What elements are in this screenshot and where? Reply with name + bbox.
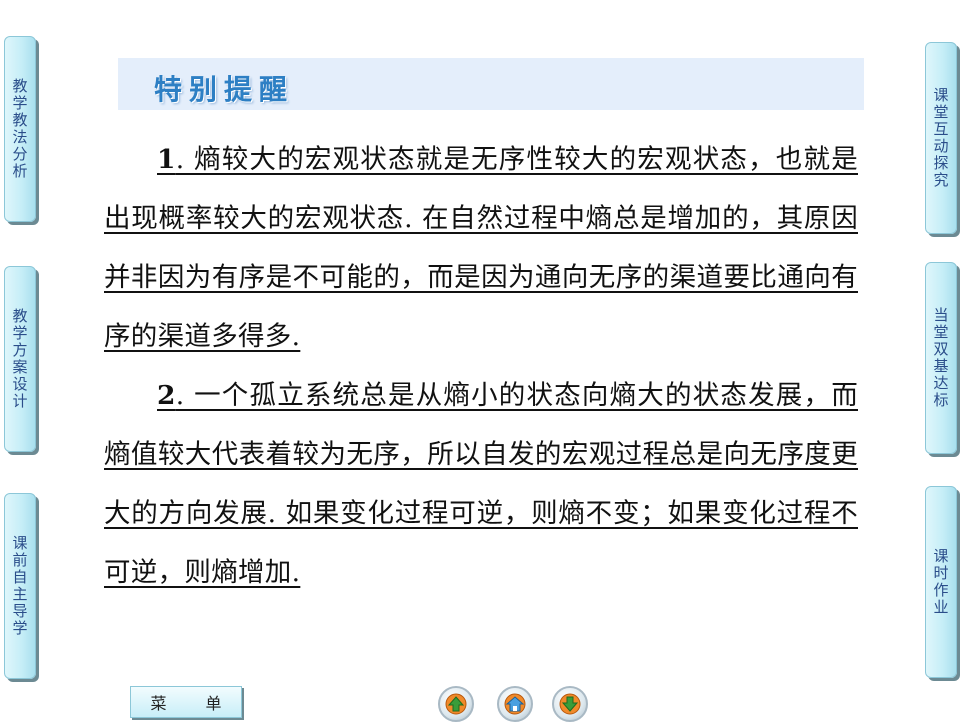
right-tab-label: 课时作业 [931,548,950,616]
menu-label-char: 单 [205,694,222,713]
special-note-banner: 特别提醒 [118,58,864,110]
paragraph-1: 1. 熵较大的宏观状态就是无序性较大的宏观状态，也就是出现概率较大的宏观状态. … [104,130,858,366]
menu-button[interactable]: 菜 单 [130,686,242,718]
right-tab-class-interaction[interactable]: 课堂互动探究 [925,42,957,234]
left-tab-teaching-analysis[interactable]: 教学教法分析 [4,36,36,222]
paragraph-text: . 熵较大的宏观状态就是无序性较大的宏观状态，也就是出现概率较大的宏观状态. 在… [104,144,858,352]
menu-label-char: 菜 [150,694,167,713]
main-content: 1. 熵较大的宏观状态就是无序性较大的宏观状态，也就是出现概率较大的宏观状态. … [104,130,858,602]
right-tab-homework[interactable]: 课时作业 [925,486,957,678]
left-tab-label: 课前自主导学 [10,535,29,637]
up-arrow-icon [445,693,467,715]
home-icon [504,693,526,715]
left-tab-label: 教学方案设计 [10,308,29,410]
down-arrow-icon [559,693,581,715]
left-tab-label: 教学教法分析 [10,78,29,180]
right-tab-basic-check[interactable]: 当堂双基达标 [925,262,957,454]
banner-title: 特别提醒 [154,73,295,106]
right-tab-label: 课堂互动探究 [931,87,950,189]
next-page-button[interactable] [552,686,588,722]
left-tab-teaching-plan[interactable]: 教学方案设计 [4,266,36,452]
paragraph-text: . 一个孤立系统总是从熵小的状态向熵大的状态发展，而熵值较大代表着较为无序，所以… [104,380,858,588]
paragraph-number: 1 [157,144,176,175]
paragraph-number: 2 [157,380,176,411]
paragraph-2: 2. 一个孤立系统总是从熵小的状态向熵大的状态发展，而熵值较大代表着较为无序，所… [104,366,858,602]
right-tab-label: 当堂双基达标 [931,307,950,409]
left-tab-preview-guide[interactable]: 课前自主导学 [4,493,36,679]
previous-page-button[interactable] [438,686,474,722]
home-button[interactable] [497,686,533,722]
